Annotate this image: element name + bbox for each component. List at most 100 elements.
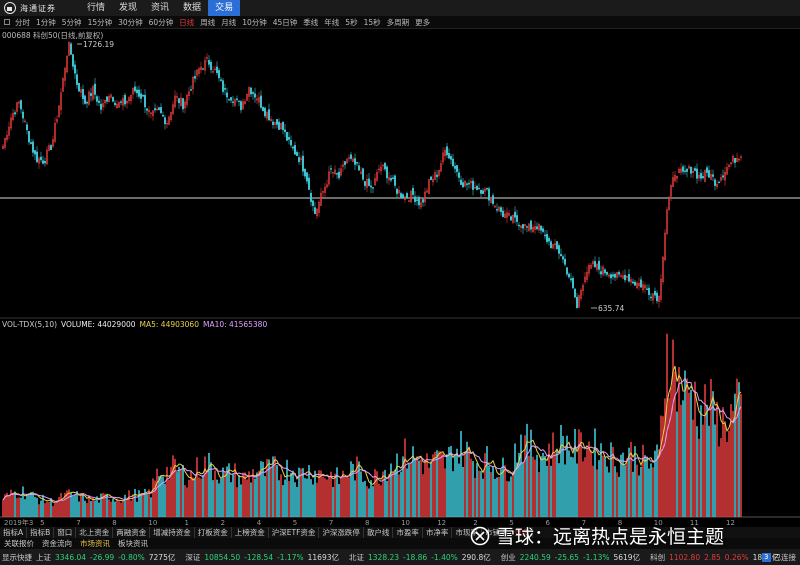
- bz-index-value: 1328.23: [368, 552, 400, 562]
- period-16[interactable]: 更多: [412, 16, 433, 29]
- period-9[interactable]: 10分钟: [239, 16, 270, 29]
- indicator-tab-8[interactable]: 沪深ETF资金: [269, 527, 320, 538]
- volume-bar: [186, 487, 188, 517]
- volume-bar: [690, 389, 692, 517]
- chart-canvas[interactable]: 1726.19 635.74 2019年3 5 7 8 10 1 2 4 5 7 8 10 12 2 5 6 7…: [0, 0, 800, 565]
- volume-bar: [436, 450, 438, 517]
- sh-index-pct: -0.80%: [118, 552, 145, 562]
- period-12[interactable]: 年线: [321, 16, 342, 29]
- indicator-tab-5[interactable]: 增减持资金: [150, 527, 195, 538]
- volume-bar: [202, 475, 204, 517]
- volume-bar: [88, 495, 90, 517]
- candle-body: [336, 173, 338, 175]
- period-8[interactable]: 月线: [218, 16, 239, 29]
- candle-body: [70, 43, 72, 55]
- volume-bar: [178, 466, 180, 517]
- volume-bar: [632, 471, 634, 517]
- period-2[interactable]: 5分钟: [59, 16, 85, 29]
- menu-item-2[interactable]: 资讯: [144, 0, 176, 16]
- haitong-logo-icon: [4, 2, 16, 14]
- candle-body: [260, 95, 262, 108]
- volume-bar: [534, 459, 536, 517]
- sh-index-label[interactable]: 上证: [34, 552, 53, 563]
- volume-bar: [312, 484, 314, 517]
- period-4[interactable]: 30分钟: [115, 16, 146, 29]
- candle-body: [236, 98, 238, 100]
- indicator-tab-3[interactable]: 北上资金: [76, 527, 114, 538]
- quick-display-toggle[interactable]: 显示快捷: [0, 552, 34, 563]
- menu-item-0[interactable]: 行情: [80, 0, 112, 16]
- indicator-tab-7[interactable]: 上榜资金: [232, 527, 269, 538]
- candle-body: [220, 79, 222, 81]
- period-5[interactable]: 60分钟: [146, 16, 177, 29]
- candle-body: [560, 254, 562, 257]
- indicator-tab-11[interactable]: 市盈率: [393, 527, 423, 538]
- volume-bar: [380, 485, 382, 517]
- candle-body: [240, 101, 242, 111]
- brand-logo[interactable]: 海通证券: [0, 0, 80, 16]
- volume-bar: [554, 453, 556, 517]
- info-tab-2[interactable]: 市场资讯: [76, 538, 114, 549]
- cy-index-label[interactable]: 创业: [499, 552, 518, 563]
- volume-bar: [542, 453, 544, 517]
- indicator-tab-1[interactable]: 指标B: [27, 527, 55, 538]
- menu-item-1[interactable]: 发现: [112, 0, 144, 16]
- sz-index-label[interactable]: 深证: [183, 552, 202, 563]
- volume-indicator-label[interactable]: VOL-TDX(5,10): [2, 320, 57, 329]
- period-3[interactable]: 15分钟: [85, 16, 116, 29]
- volume-bar: [446, 454, 448, 517]
- candle-body: [286, 131, 288, 141]
- indicator-tab-4[interactable]: 两融资金: [113, 527, 151, 538]
- period-14[interactable]: 15秒: [361, 16, 384, 29]
- volume-bar: [168, 479, 170, 517]
- volume-bar: [92, 497, 94, 517]
- period-10[interactable]: 45日钟: [270, 16, 301, 29]
- period-0[interactable]: 分时: [12, 16, 33, 29]
- connection-status[interactable]: 3 已连接: [762, 552, 796, 563]
- checkbox-icon[interactable]: [4, 19, 10, 25]
- period-6[interactable]: 日线: [176, 16, 197, 29]
- volume-bar: [394, 469, 396, 517]
- menu-item-4[interactable]: 交易: [208, 0, 241, 16]
- info-tab-1[interactable]: 资金流向: [38, 538, 76, 549]
- candle-body: [284, 129, 286, 132]
- bz-index-label[interactable]: 北证: [347, 552, 366, 563]
- volume-bar: [320, 470, 322, 517]
- indicator-tab-6[interactable]: 打板资金: [195, 527, 232, 538]
- period-11[interactable]: 季线: [300, 16, 321, 29]
- candle-body: [394, 175, 396, 186]
- indicator-tab-0[interactable]: 指标A: [0, 527, 28, 538]
- volume-bar: [94, 500, 96, 517]
- volume-bar: [14, 491, 16, 517]
- indicator-tab-10[interactable]: 散户线: [364, 527, 394, 538]
- indicator-tab-12[interactable]: 市净率: [423, 527, 453, 538]
- info-tab-3[interactable]: 板块资讯: [114, 538, 152, 549]
- volume-bar: [670, 387, 672, 517]
- period-13[interactable]: 5秒: [342, 16, 360, 29]
- period-7[interactable]: 周线: [197, 16, 218, 29]
- candle-body: [26, 124, 28, 131]
- period-1[interactable]: 1分钟: [33, 16, 59, 29]
- period-15[interactable]: 多周期: [384, 16, 413, 29]
- info-tab-0[interactable]: 关联报价: [0, 538, 38, 549]
- candle-body: [282, 121, 284, 131]
- candle-body: [144, 94, 146, 108]
- candle-body: [350, 154, 352, 159]
- candle-body: [164, 117, 166, 125]
- volume-bar: [42, 494, 44, 517]
- candle-body: [654, 291, 656, 296]
- volume-bar: [230, 482, 232, 517]
- menu-item-3[interactable]: 数据: [176, 0, 208, 16]
- indicator-tab-2[interactable]: 窗口: [54, 527, 77, 538]
- sz-index-value: 10854.50: [204, 552, 241, 562]
- candle-body: [718, 181, 720, 184]
- volume-bar: [238, 475, 240, 517]
- candle-body: [90, 93, 92, 96]
- indicator-tab-9[interactable]: 沪深涨跌停: [319, 527, 364, 538]
- candle-body: [28, 130, 30, 143]
- volume-bar: [214, 470, 216, 517]
- kc-index-label[interactable]: 科创: [648, 552, 667, 563]
- volume-bar: [316, 482, 318, 517]
- volume-bar: [72, 496, 74, 517]
- volume-bar: [706, 404, 708, 517]
